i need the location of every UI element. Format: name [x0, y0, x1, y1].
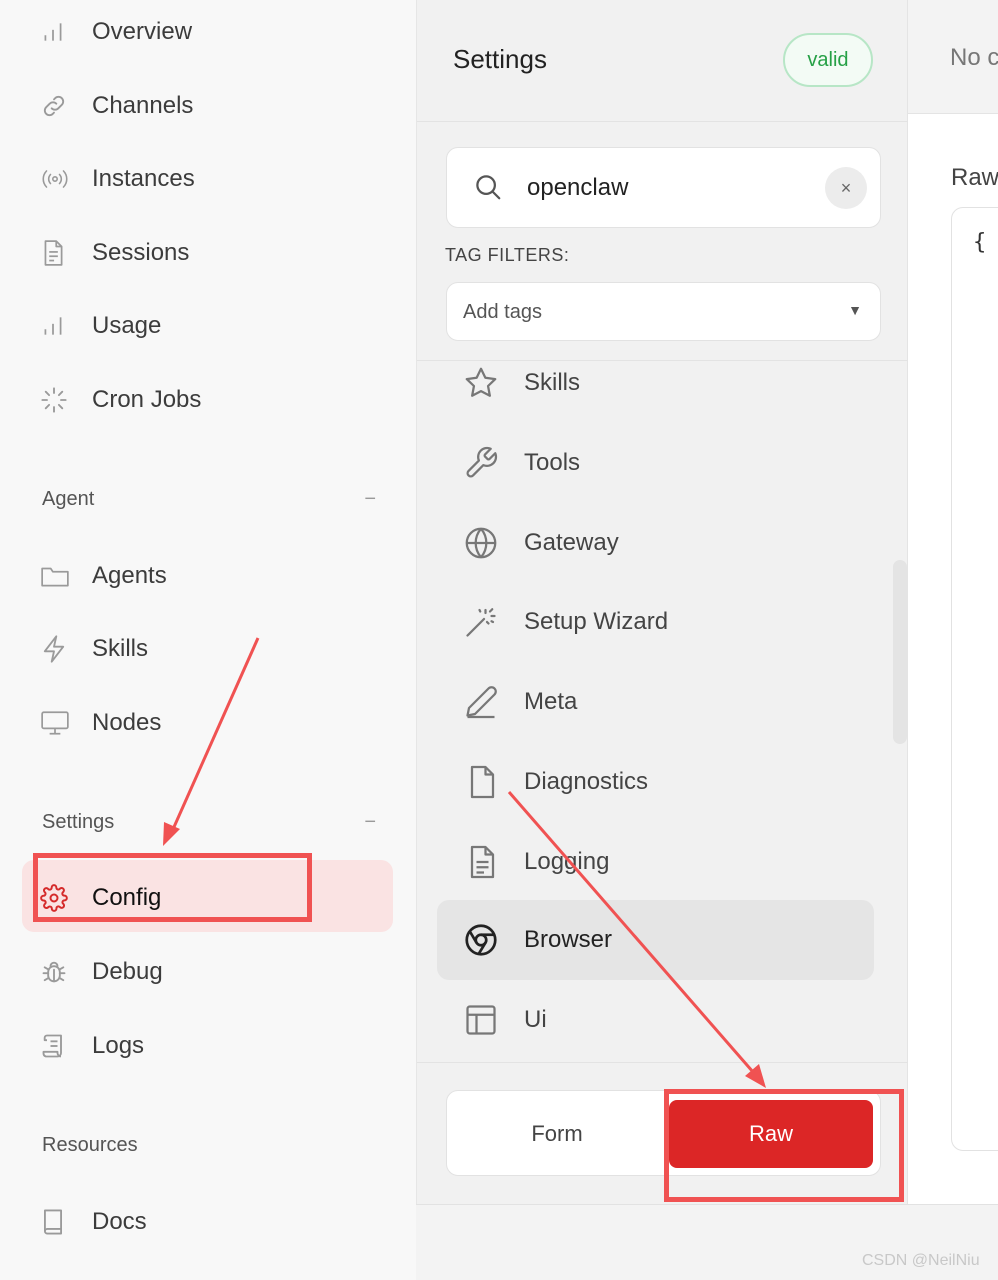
- sidebar-item-debug[interactable]: Debug: [40, 950, 163, 994]
- raw-pane-title: Raw: [951, 164, 998, 191]
- group-title: Settings: [42, 811, 115, 833]
- settings-header: Settings valid: [417, 0, 908, 122]
- bar-chart-icon: [40, 310, 76, 342]
- file-text-icon: [463, 844, 499, 885]
- section-item-label: Tools: [524, 449, 581, 476]
- section-item-skills[interactable]: Skills: [437, 343, 874, 423]
- search-icon: [473, 172, 503, 207]
- section-item-ui[interactable]: Ui: [437, 980, 874, 1060]
- document-icon: [40, 237, 76, 269]
- form-mode-button[interactable]: Form: [447, 1091, 667, 1177]
- scrollbar[interactable]: [893, 560, 907, 744]
- settings-panel: Settings valid openclaw × TAG FILTERS: A…: [416, 0, 908, 1204]
- section-item-browser[interactable]: Browser: [437, 900, 874, 980]
- monitor-icon: [40, 707, 76, 739]
- sidebar-item-skills[interactable]: Skills: [40, 627, 148, 671]
- chrome-icon: [463, 922, 499, 963]
- section-item-label: Setup Wizard: [524, 608, 669, 635]
- link-icon: [40, 90, 76, 122]
- raw-json-editor[interactable]: [951, 207, 998, 1151]
- sidebar-item-sessions[interactable]: Sessions: [40, 231, 189, 275]
- page-title: Settings: [453, 44, 547, 74]
- sidebar-item-label: Agents: [92, 562, 167, 589]
- sidebar-item-label: Skills: [92, 635, 149, 662]
- section-item-meta[interactable]: Meta: [437, 662, 874, 742]
- bar-chart-icon: [40, 16, 76, 48]
- sidebar-item-label: Instances: [92, 165, 195, 192]
- section-item-label: Meta: [524, 688, 578, 715]
- clear-search-button[interactable]: ×: [825, 167, 867, 209]
- divider: [417, 1062, 908, 1063]
- group-title: Agent: [42, 488, 95, 510]
- sidebar-item-instances[interactable]: Instances: [40, 157, 195, 201]
- group-title: Resources: [42, 1134, 138, 1156]
- file-icon: [463, 764, 499, 805]
- layout-icon: [463, 1002, 499, 1043]
- section-item-label: Logging: [524, 848, 610, 875]
- sidebar-item-label: Debug: [92, 958, 163, 985]
- search-value[interactable]: openclaw: [527, 174, 628, 202]
- folder-icon: [40, 560, 76, 592]
- sidebar-item-label: Cron Jobs: [92, 386, 202, 413]
- sidebar-item-usage[interactable]: Usage: [40, 304, 161, 348]
- sidebar-item-label: Sessions: [92, 239, 190, 266]
- book-icon: [40, 1206, 76, 1238]
- raw-json-code[interactable]: {: [973, 230, 986, 255]
- section-item-tools[interactable]: Tools: [437, 423, 874, 503]
- raw-pane-header-text: No c: [950, 44, 998, 71]
- loader-icon: [40, 384, 76, 416]
- sidebar-item-cron-jobs[interactable]: Cron Jobs: [40, 378, 201, 422]
- sidebar-item-logs[interactable]: Logs: [40, 1024, 144, 1068]
- section-item-label: Diagnostics: [524, 768, 649, 795]
- globe-icon: [463, 525, 499, 566]
- radio-signal-icon: [40, 163, 76, 195]
- section-item-label: Skills: [524, 369, 581, 396]
- tag-filter-select[interactable]: Add tags ▼: [446, 282, 881, 341]
- sidebar-group-settings[interactable]: Settings −: [42, 811, 376, 834]
- wrench-icon: [463, 445, 499, 486]
- pencil-icon: [463, 684, 499, 725]
- sidebar-item-label: Nodes: [92, 709, 162, 736]
- tag-filter-placeholder: Add tags: [463, 301, 542, 323]
- chevron-down-icon: ▼: [848, 302, 862, 318]
- section-item-label: Ui: [524, 1006, 547, 1033]
- tag-filters-label: TAG FILTERS:: [445, 245, 570, 265]
- sidebar-item-docs[interactable]: Docs: [40, 1200, 147, 1244]
- collapse-icon[interactable]: −: [364, 488, 376, 511]
- search-input[interactable]: openclaw ×: [446, 147, 881, 228]
- section-item-gateway[interactable]: Gateway: [437, 503, 874, 583]
- status-badge: valid: [783, 33, 873, 87]
- section-item-setup-wizard[interactable]: Setup Wizard: [437, 582, 874, 662]
- watermark: CSDN @NeilNiu: [862, 1252, 980, 1269]
- annotation-box-config: [33, 853, 312, 922]
- sidebar-item-label: Usage: [92, 312, 162, 339]
- sidebar-item-label: Docs: [92, 1208, 147, 1235]
- annotation-box-raw: [664, 1089, 904, 1202]
- sidebar-item-agents[interactable]: Agents: [40, 554, 167, 598]
- sidebar-group-resources: Resources: [42, 1134, 376, 1157]
- sidebar: Overview Channels Instances Sessions Usa…: [0, 0, 416, 1280]
- sidebar-item-label: Channels: [92, 92, 194, 119]
- section-item-label: Gateway: [524, 529, 619, 556]
- sidebar-group-agent[interactable]: Agent −: [42, 488, 376, 511]
- sidebar-item-label: Overview: [92, 18, 193, 45]
- sidebar-item-nodes[interactable]: Nodes: [40, 701, 161, 745]
- section-item-label: Browser: [524, 926, 613, 953]
- scroll-icon: [40, 1030, 76, 1062]
- sidebar-item-channels[interactable]: Channels: [40, 84, 193, 128]
- sidebar-item-label: Logs: [92, 1032, 145, 1059]
- star-icon: [463, 365, 499, 406]
- lightning-icon: [40, 633, 76, 665]
- magic-wand-icon: [463, 604, 499, 645]
- bug-icon: [40, 956, 76, 988]
- sidebar-item-overview[interactable]: Overview: [40, 10, 192, 54]
- collapse-icon[interactable]: −: [364, 811, 376, 834]
- section-item-diagnostics[interactable]: Diagnostics: [437, 742, 874, 822]
- section-item-logging[interactable]: Logging: [437, 822, 874, 902]
